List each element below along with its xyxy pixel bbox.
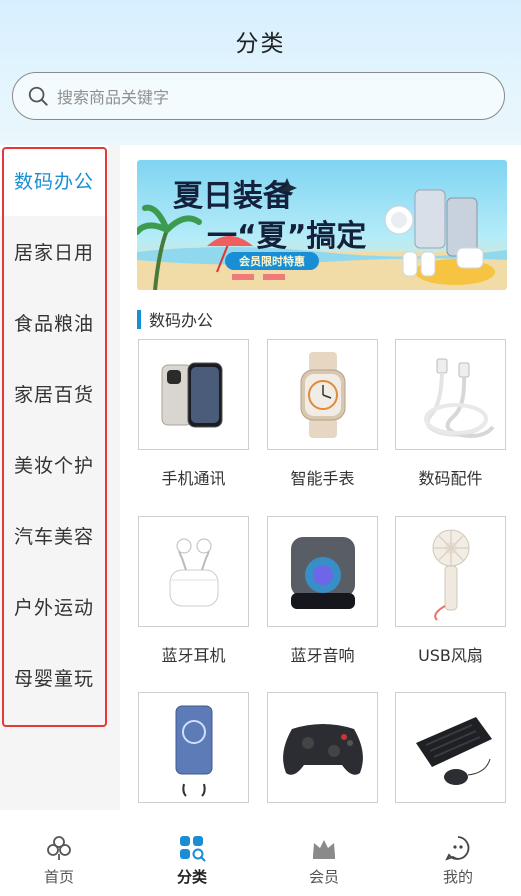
product-thumb [267, 516, 378, 627]
sidebar-item-mother-baby-toys[interactable]: 母婴童玩 [0, 642, 108, 713]
gamepad-icon [282, 723, 363, 775]
section-title: 数码办公 [149, 311, 214, 330]
product-thumb [395, 692, 506, 803]
product-bluetooth-earbuds[interactable]: 蓝牙耳机 [138, 516, 249, 666]
section-accent-bar [137, 309, 141, 329]
product-usb-fan[interactable]: USB风扇 [395, 516, 506, 666]
product-thumb [395, 516, 506, 627]
tab-membership[interactable]: 会员 [259, 810, 389, 896]
crown-icon [313, 840, 335, 859]
page-title: 分类 [235, 31, 286, 57]
home-icon [47, 836, 71, 860]
sidebar-item-household-goods[interactable]: 家居百货 [0, 358, 108, 429]
product-thumb [395, 339, 506, 450]
sidebar-item-home-daily[interactable]: 居家日用 [0, 216, 108, 287]
sidebar-item-outdoor-sports[interactable]: 户外运动 [0, 571, 108, 642]
section-header: 数码办公 [137, 308, 213, 330]
keyboard-mouse-icon [415, 716, 492, 785]
product-label: 手机通讯 [161, 469, 226, 488]
product-thumb [138, 339, 249, 450]
sidebar-item-car-care[interactable]: 汽车美容 [0, 500, 108, 571]
promo-banner[interactable]: 夏日装备 一“夏”搞定 会员限时特惠 [137, 160, 507, 290]
product-label: USB风扇 [418, 646, 483, 665]
speaker-icon [290, 536, 355, 609]
banner-image: 夏日装备 一“夏”搞定 会员限时特惠 [137, 160, 507, 290]
product-thumb [138, 516, 249, 627]
tab-category[interactable]: 分类 [127, 810, 257, 896]
category-icon [180, 836, 206, 862]
product-digital-accessories[interactable]: 数码配件 [395, 339, 506, 489]
tab-label: 分类 [176, 868, 207, 886]
product-thumb [267, 692, 378, 803]
product-smartwatch[interactable]: 智能手表 [267, 339, 378, 489]
product-thumb [138, 692, 249, 803]
earbuds-icon [169, 538, 218, 606]
fan-icon [432, 529, 469, 621]
banner-headline-1: 夏日装备 [173, 179, 294, 214]
tab-label: 会员 [308, 868, 339, 886]
sidebar-item-digital-office[interactable]: 数码办公 [0, 145, 108, 216]
phone-icon [161, 362, 222, 427]
product-bluetooth-speaker[interactable]: 蓝牙音响 [267, 516, 378, 666]
cable-icon [423, 358, 495, 438]
product-label: 蓝牙音响 [290, 646, 355, 665]
sidebar-item-beauty-care[interactable]: 美妆个护 [0, 429, 108, 500]
tab-label: 我的 [442, 868, 473, 886]
banner-tag: 会员限时特惠 [239, 254, 305, 268]
product-label: 智能手表 [290, 469, 355, 488]
tab-label: 首页 [43, 868, 74, 886]
profile-icon [445, 836, 470, 861]
product-label: 数码配件 [418, 469, 483, 488]
product-power-bank[interactable] [138, 692, 249, 818]
product-gamepad[interactable] [267, 692, 378, 818]
header: 分类 搜索商品关键字 [0, 0, 521, 145]
power-bank-icon [175, 705, 212, 797]
product-keyboard-mouse[interactable] [395, 692, 506, 818]
tab-profile[interactable]: 我的 [393, 810, 521, 896]
watch-icon [300, 351, 345, 438]
product-thumb [267, 339, 378, 450]
tab-home[interactable]: 首页 [0, 810, 124, 896]
product-label: 蓝牙耳机 [161, 646, 226, 665]
bottom-tab-bar: 首页 分类 会员 我的 [0, 810, 521, 896]
search-input[interactable]: 搜索商品关键字 [12, 72, 505, 120]
category-sidebar: 数码办公 居家日用 食品粮油 家居百货 美妆个护 汽车美容 户外运动 母婴童玩 [0, 145, 120, 810]
product-phone[interactable]: 手机通讯 [138, 339, 249, 489]
banner-headline-2: 一“夏”搞定 [207, 219, 366, 254]
search-placeholder: 搜索商品关键字 [57, 88, 170, 107]
search-icon [28, 86, 48, 106]
sidebar-item-food-grain-oil[interactable]: 食品粮油 [0, 287, 108, 358]
